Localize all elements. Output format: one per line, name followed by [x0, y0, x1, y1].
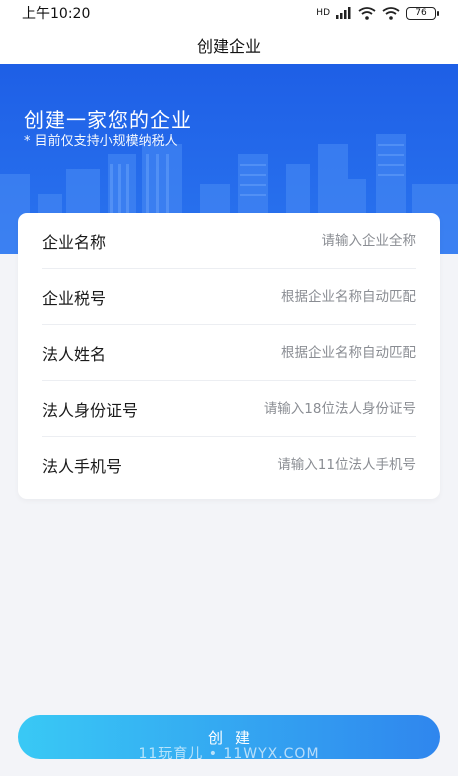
- status-bar: 上午10:20 HD 76: [0, 0, 458, 26]
- wifi-icon: [358, 6, 376, 20]
- battery-icon: 76: [406, 6, 439, 20]
- status-icons: HD 76: [316, 6, 439, 20]
- legal-name-label: 法人姓名: [42, 344, 107, 364]
- nav-bar: 创建企业: [0, 26, 458, 64]
- company-name-input[interactable]: [196, 232, 416, 249]
- form-row-company-name: 企业名称: [42, 213, 416, 269]
- hero-title: 创建一家您的企业: [24, 108, 192, 132]
- form-row-legal-id: 法人身份证号: [42, 381, 416, 437]
- form-row-legal-phone: 法人手机号: [42, 437, 416, 493]
- create-button[interactable]: 创建: [18, 715, 440, 759]
- wifi-secondary-icon: [382, 6, 400, 20]
- tax-id-label: 企业税号: [42, 288, 107, 308]
- tax-id-input[interactable]: [196, 288, 416, 305]
- form-row-tax-id: 企业税号: [42, 269, 416, 325]
- page-title: 创建企业: [196, 37, 261, 56]
- hero-subtitle: * 目前仅支持小规模纳税人: [24, 134, 178, 149]
- hd-label: HD: [316, 8, 330, 18]
- enterprise-form-card: 企业名称 企业税号 法人姓名 法人身份证号 法人手机号: [18, 213, 440, 499]
- company-name-label: 企业名称: [42, 232, 107, 252]
- status-time: 上午10:20: [22, 6, 91, 22]
- form-row-legal-name: 法人姓名: [42, 325, 416, 381]
- signal-icon: [336, 7, 351, 19]
- legal-id-input[interactable]: [196, 400, 416, 417]
- battery-level: 76: [415, 8, 427, 18]
- legal-phone-input[interactable]: [196, 457, 416, 473]
- legal-phone-label: 法人手机号: [42, 457, 123, 476]
- legal-id-label: 法人身份证号: [42, 400, 139, 420]
- legal-name-input[interactable]: [196, 344, 416, 361]
